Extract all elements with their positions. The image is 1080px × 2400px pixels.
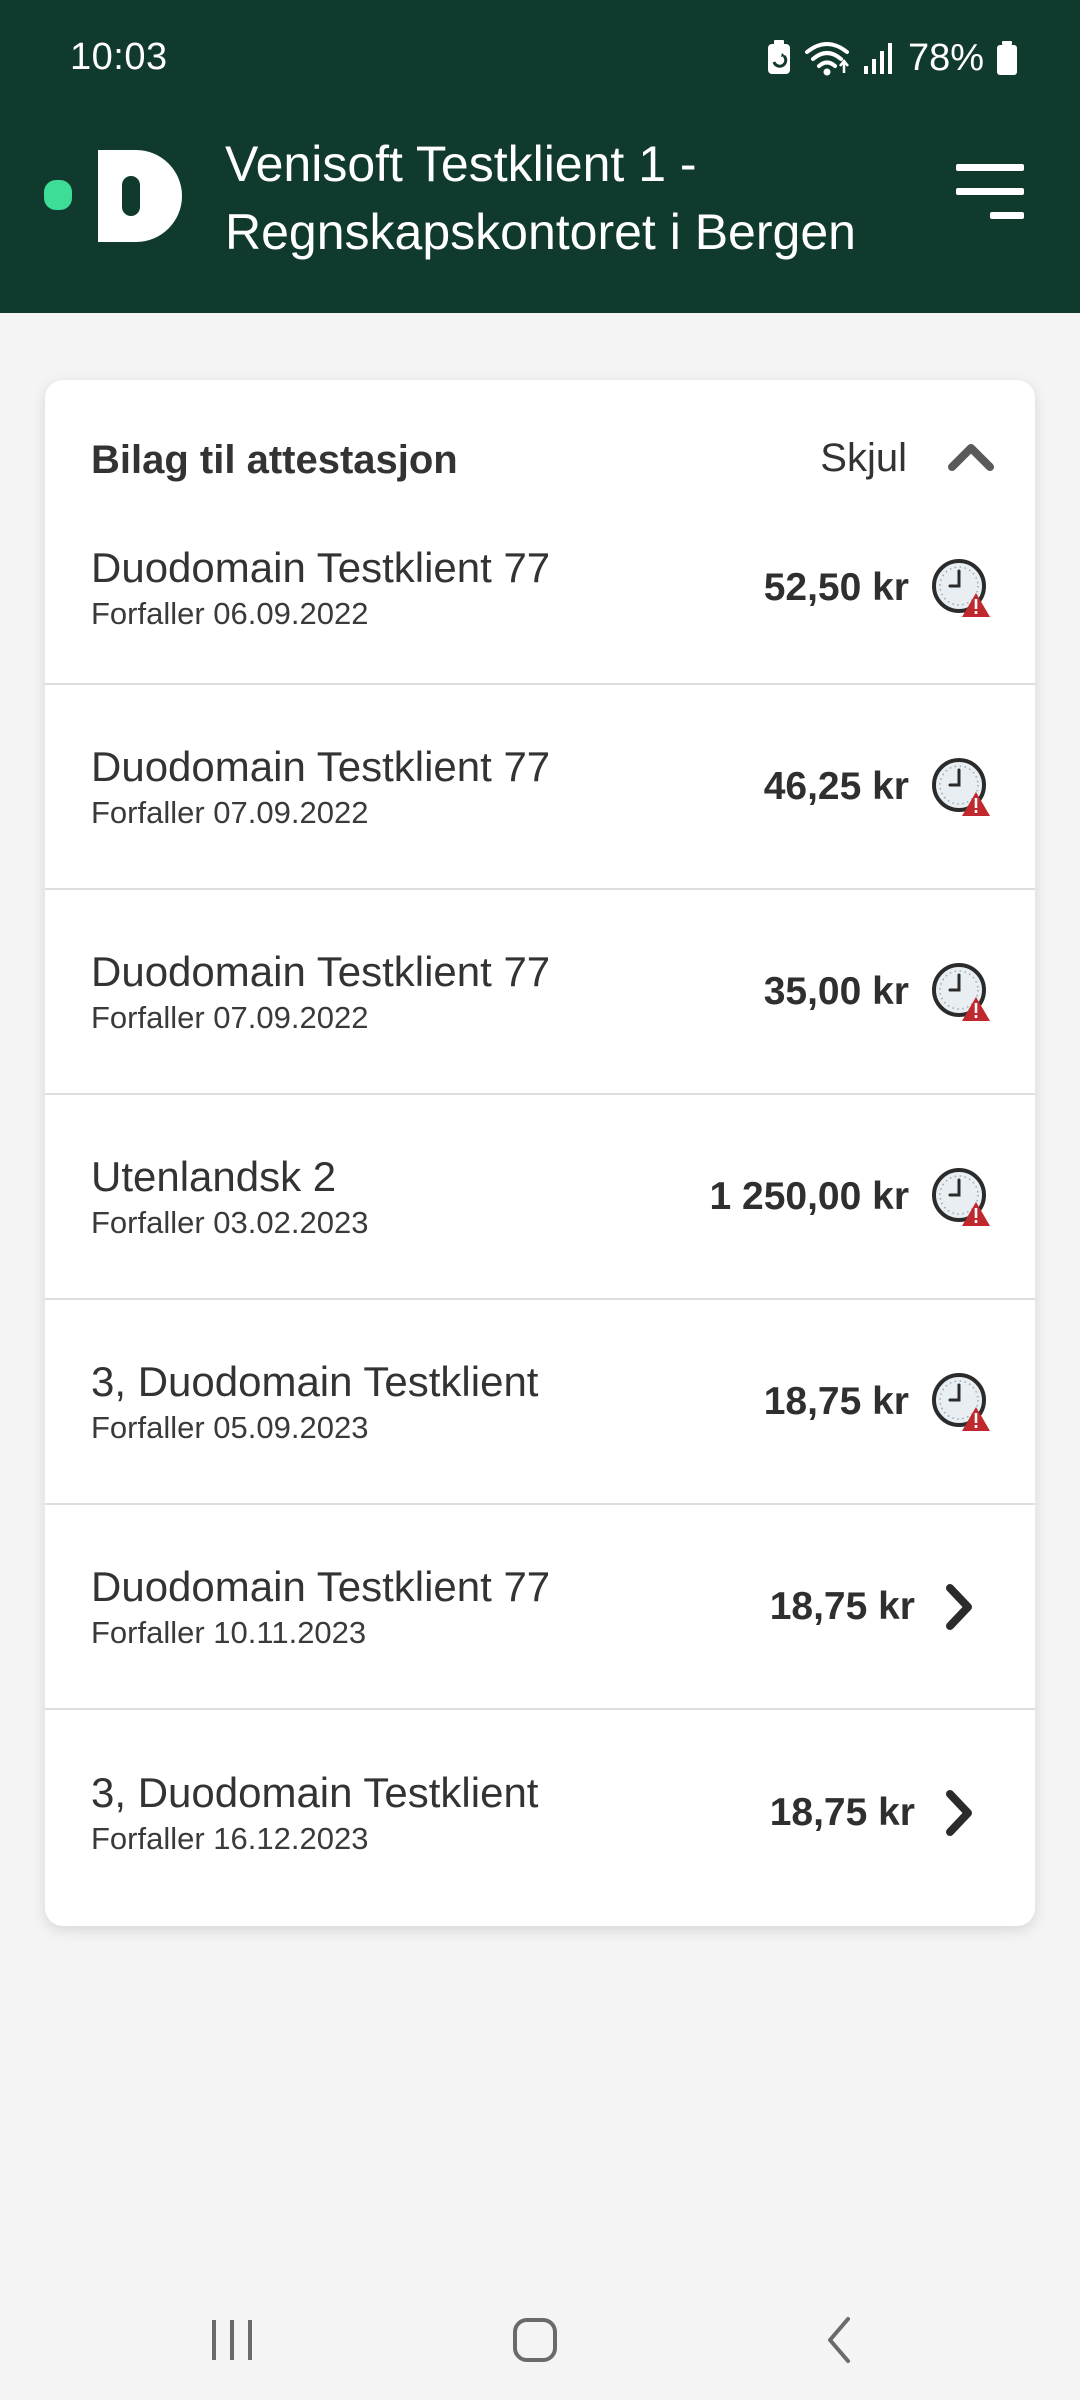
status-icons: 78% — [766, 34, 1018, 82]
status-bar: 10:03 78% — [0, 0, 1080, 120]
list-item[interactable]: Utenlandsk 2 Forfaller 03.02.2023 1 250,… — [45, 1095, 1035, 1300]
battery-saver-icon — [766, 40, 792, 76]
card-header: Bilag til attestasjon Skjul — [45, 380, 1035, 520]
voucher-list: Duodomain Testklient 77 Forfaller 06.09.… — [45, 520, 1035, 1915]
item-amount: 18,75 kr — [763, 1379, 909, 1423]
item-name: Duodomain Testklient 77 — [91, 1562, 551, 1610]
item-due-date: Forfaller 07.09.2022 — [91, 794, 369, 830]
list-item[interactable]: Duodomain Testklient 77 Forfaller 07.09.… — [45, 685, 1035, 890]
item-amount: 46,25 kr — [763, 764, 909, 808]
item-due-date: Forfaller 05.09.2023 — [91, 1409, 369, 1445]
overdue-clock-icon — [931, 557, 991, 619]
item-amount: 1 250,00 kr — [709, 1174, 909, 1218]
item-amount: 52,50 kr — [763, 566, 909, 610]
item-amount: 18,75 kr — [769, 1584, 915, 1628]
item-name: Duodomain Testklient 77 — [91, 544, 551, 592]
home-icon[interactable] — [495, 2310, 575, 2370]
item-name: 3, Duodomain Testklient — [91, 1768, 539, 1816]
item-due-date: Forfaller 06.09.2022 — [91, 596, 369, 632]
battery-icon — [996, 40, 1018, 76]
item-value: 18,75 kr — [770, 1576, 991, 1638]
chevron-right-icon — [937, 1576, 983, 1638]
item-due-date: Forfaller 03.02.2023 — [91, 1204, 369, 1240]
item-name: Utenlandsk 2 — [91, 1152, 337, 1200]
item-text: Duodomain Testklient 77 Forfaller 06.09.… — [91, 542, 550, 634]
item-value: 18,75 kr — [764, 1371, 991, 1433]
item-text: Utenlandsk 2 Forfaller 03.02.2023 — [91, 1151, 368, 1243]
item-value: 1 250,00 kr — [709, 1166, 991, 1228]
recent-apps-icon[interactable] — [192, 2310, 272, 2370]
item-value: 35,00 kr — [764, 961, 991, 1023]
wifi-icon — [804, 40, 850, 76]
overdue-clock-icon — [931, 1166, 991, 1228]
item-text: Duodomain Testklient 77 Forfaller 07.09.… — [91, 741, 550, 833]
system-navigation-bar — [0, 2280, 1080, 2400]
item-text: 3, Duodomain Testklient Forfaller 05.09.… — [91, 1356, 538, 1448]
item-name: Duodomain Testklient 77 — [91, 947, 551, 995]
overdue-clock-icon — [931, 756, 991, 818]
overdue-clock-icon — [931, 961, 991, 1023]
app-header: Venisoft Testklient 1 - Regnskapskontore… — [0, 120, 1080, 313]
battery-percentage: 78% — [907, 36, 984, 79]
overdue-clock-icon — [931, 1371, 991, 1433]
signal-icon — [862, 40, 896, 76]
item-value: 18,75 kr — [770, 1782, 991, 1844]
item-due-date: Forfaller 07.09.2022 — [91, 999, 369, 1035]
item-name: Duodomain Testklient 77 — [91, 742, 551, 790]
list-item[interactable]: Duodomain Testklient 77 Forfaller 06.09.… — [45, 520, 1035, 685]
hide-toggle-button[interactable]: Skjul — [820, 428, 995, 488]
list-item[interactable]: 3, Duodomain Testklient Forfaller 05.09.… — [45, 1300, 1035, 1505]
page-title: Venisoft Testklient 1 - Regnskapskontore… — [225, 130, 925, 266]
item-due-date: Forfaller 16.12.2023 — [91, 1820, 369, 1856]
back-icon[interactable] — [800, 2310, 880, 2370]
item-amount: 18,75 kr — [769, 1790, 915, 1834]
chevron-up-icon — [947, 440, 995, 477]
item-text: 3, Duodomain Testklient Forfaller 16.12.… — [91, 1767, 538, 1859]
item-name: 3, Duodomain Testklient — [91, 1357, 539, 1405]
hide-toggle-label: Skjul — [820, 435, 907, 480]
top-bar: 10:03 78% Venisoft Testklient 1 - Regnsk… — [0, 0, 1080, 313]
list-item[interactable]: Duodomain Testklient 77 Forfaller 10.11.… — [45, 1505, 1035, 1710]
chevron-right-icon — [937, 1782, 983, 1844]
list-item[interactable]: 3, Duodomain Testklient Forfaller 16.12.… — [45, 1710, 1035, 1915]
app-logo — [44, 142, 184, 252]
list-item[interactable]: Duodomain Testklient 77 Forfaller 07.09.… — [45, 890, 1035, 1095]
title-line-2: Regnskapskontoret i Bergen — [225, 204, 856, 260]
item-value: 46,25 kr — [764, 756, 991, 818]
item-value: 52,50 kr — [764, 557, 991, 619]
item-text: Duodomain Testklient 77 Forfaller 10.11.… — [91, 1561, 550, 1653]
hamburger-menu-icon[interactable] — [954, 156, 1026, 228]
item-due-date: Forfaller 10.11.2023 — [91, 1614, 367, 1650]
title-line-1: Venisoft Testklient 1 - — [225, 136, 697, 192]
card-title: Bilag til attestasjon — [91, 438, 458, 482]
status-time: 10:03 — [70, 36, 168, 78]
attestation-card: Bilag til attestasjon Skjul Duodomain Te… — [45, 380, 1035, 1926]
item-amount: 35,00 kr — [763, 969, 909, 1013]
item-text: Duodomain Testklient 77 Forfaller 07.09.… — [91, 946, 550, 1038]
